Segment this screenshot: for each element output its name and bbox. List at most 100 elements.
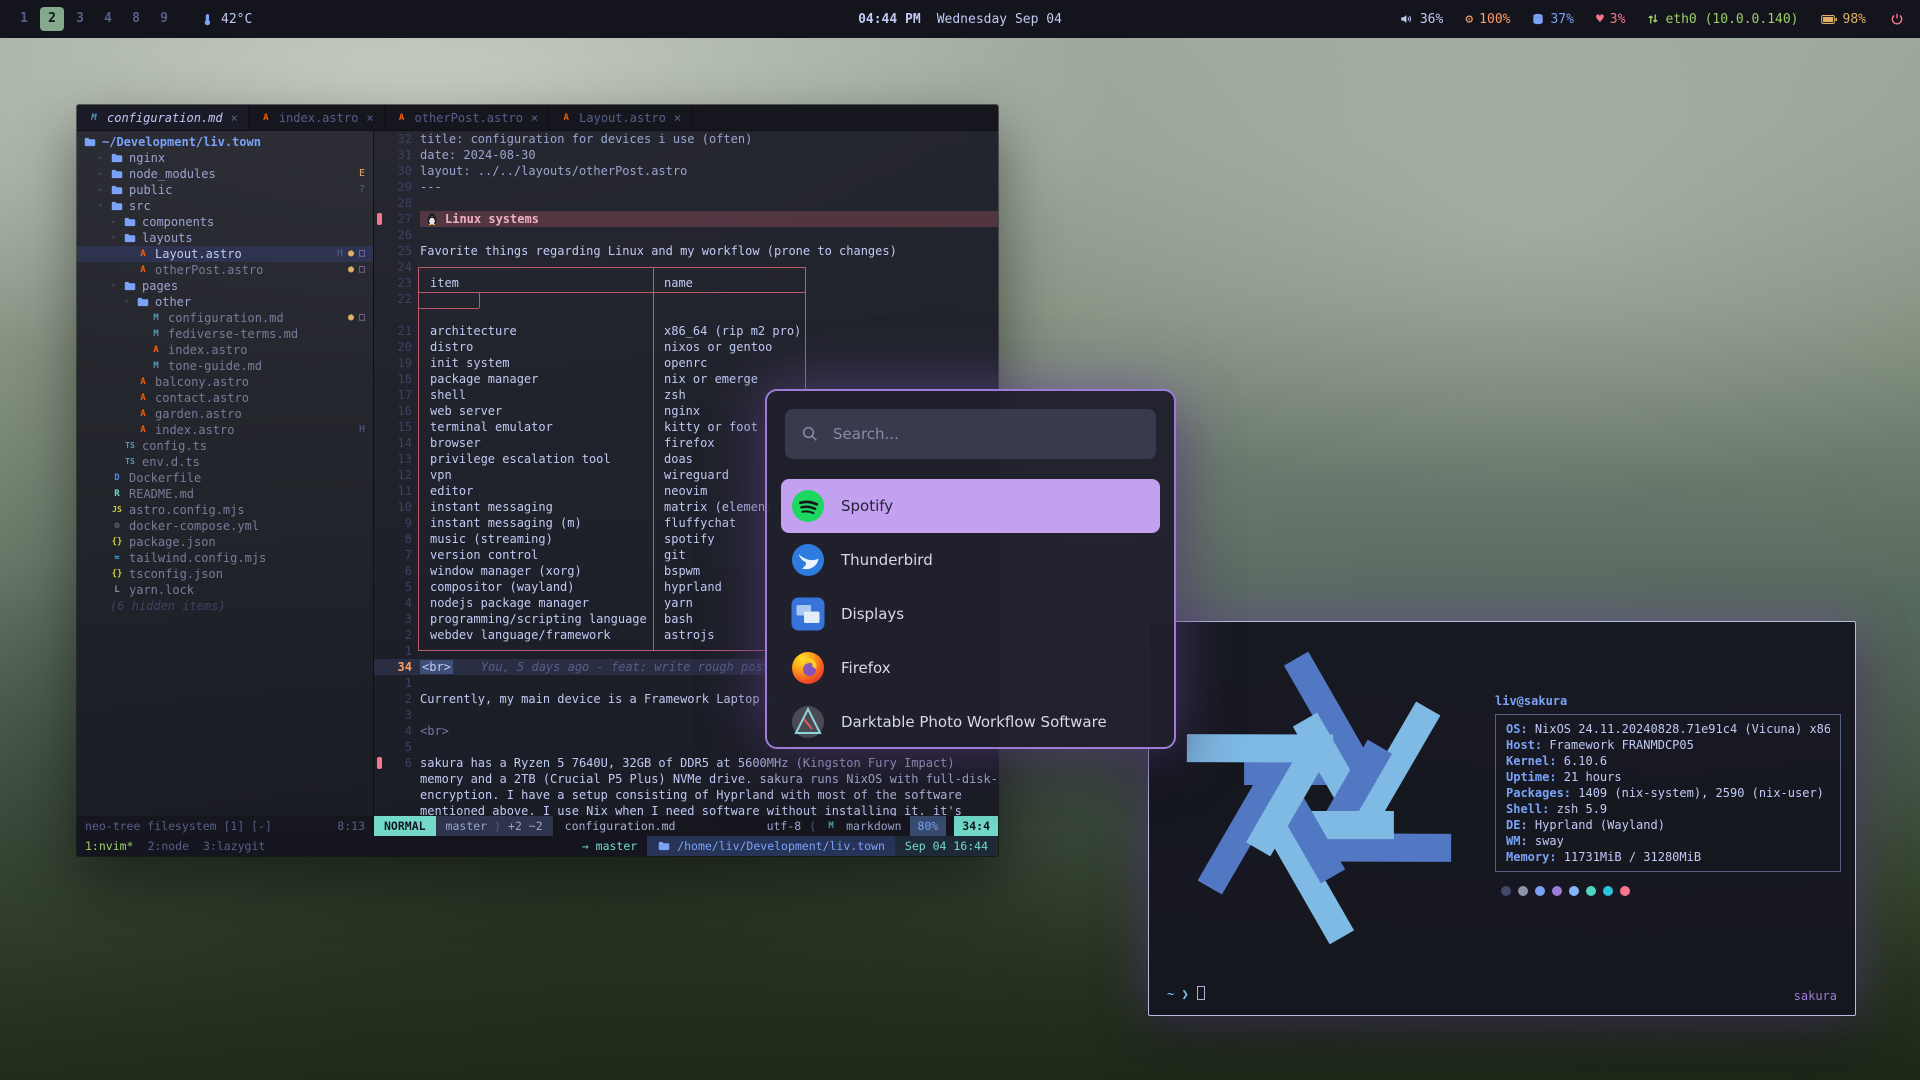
workspace-3[interactable]: 3 bbox=[68, 7, 92, 31]
tree-item-configuration-md[interactable]: Mconfiguration.md●□ bbox=[77, 310, 373, 326]
sign-column bbox=[374, 707, 384, 723]
spotify-icon bbox=[791, 489, 825, 523]
tree-item-contact-astro[interactable]: Acontact.astro bbox=[77, 390, 373, 406]
launcher-item-firefox[interactable]: Firefox bbox=[767, 641, 1174, 695]
tab-index-astro[interactable]: Aindex.astro× bbox=[249, 105, 385, 130]
line-number: 25 bbox=[384, 243, 412, 259]
tab-configuration-md[interactable]: Mconfiguration.md× bbox=[77, 105, 249, 130]
tree-item-dockerfile[interactable]: DDockerfile bbox=[77, 470, 373, 486]
sign-column bbox=[374, 643, 384, 659]
close-icon[interactable]: × bbox=[366, 111, 373, 125]
stat-battery[interactable]: 98% bbox=[1821, 12, 1866, 27]
stat-gear[interactable]: ⚙100% bbox=[1465, 12, 1510, 27]
shell-prompt[interactable]: ~ ❯ bbox=[1167, 986, 1205, 1001]
tmux-path: /home/liv/Development/liv.town bbox=[647, 836, 895, 856]
table-cell-item: compositor (wayland) bbox=[420, 579, 654, 595]
tmux-window-1-nvim[interactable]: 1:nvim* bbox=[85, 839, 133, 853]
chevron-icon: ▸ bbox=[109, 214, 118, 230]
tree-item-fediverse-terms-md[interactable]: Mfediverse-terms.md bbox=[77, 326, 373, 342]
tree-item-astro-config-mjs[interactable]: JSastro.config.mjs bbox=[77, 502, 373, 518]
tree-item-other[interactable]: ▾other bbox=[77, 294, 373, 310]
search-box[interactable] bbox=[785, 409, 1156, 459]
tab-otherpost-astro[interactable]: AotherPost.astro× bbox=[385, 105, 550, 130]
tree-item-index-astro[interactable]: Aindex.astro bbox=[77, 342, 373, 358]
tree-item-label: tsconfig.json bbox=[129, 566, 223, 582]
workspace-9[interactable]: 9 bbox=[152, 7, 176, 31]
js-file-icon: JS bbox=[110, 502, 124, 518]
tree-item-garden-astro[interactable]: Agarden.astro bbox=[77, 406, 373, 422]
sign-icon bbox=[377, 757, 382, 769]
tree-item-node-modules[interactable]: ▸node_modulesE bbox=[77, 166, 373, 182]
workspace-2[interactable]: 2 bbox=[40, 7, 64, 31]
launcher-item-darktable-photo-workflow-software[interactable]: Darktable Photo Workflow Software bbox=[767, 695, 1174, 749]
tree-item-layout-astro[interactable]: ALayout.astroH●□ bbox=[77, 246, 373, 262]
workspace-8[interactable]: 8 bbox=[124, 7, 148, 31]
git-branch-indicator: master ⟩ +2 ~2 bbox=[436, 816, 553, 836]
line-text: itemname bbox=[420, 275, 998, 291]
tree-item-label: pages bbox=[142, 278, 178, 294]
tree-item-config-ts[interactable]: TSconfig.ts bbox=[77, 438, 373, 454]
tree-item-index-astro[interactable]: Aindex.astroH bbox=[77, 422, 373, 438]
astro-file-icon: A bbox=[136, 246, 150, 262]
tmux-window-3-lazygit[interactable]: 3:lazygit bbox=[203, 839, 265, 853]
readme-file-icon: R bbox=[110, 486, 124, 502]
tree-item-components[interactable]: ▸ components bbox=[77, 214, 373, 230]
scroll-progress: 80% bbox=[910, 816, 947, 836]
tree-item-6-hidden-items[interactable]: (6 hidden items) bbox=[77, 598, 373, 614]
line-number: 24 bbox=[384, 259, 412, 275]
tree-root[interactable]: ~/Development/liv.town bbox=[77, 134, 373, 150]
close-icon[interactable]: × bbox=[674, 111, 681, 125]
palette-dot bbox=[1620, 886, 1630, 896]
tree-item-balcony-astro[interactable]: Abalcony.astro bbox=[77, 374, 373, 390]
tree-item-layouts[interactable]: ▾layouts bbox=[77, 230, 373, 246]
tree-item-yarn-lock[interactable]: Lyarn.lock bbox=[77, 582, 373, 598]
line-text bbox=[420, 195, 998, 211]
table-cell-name: fluffychat bbox=[654, 515, 736, 531]
tree-item-pages[interactable]: ▾pages bbox=[77, 278, 373, 294]
line-text: Linux systems bbox=[420, 211, 998, 227]
workspace-4[interactable]: 4 bbox=[96, 7, 120, 31]
tree-item-env-d-ts[interactable]: TSenv.d.ts bbox=[77, 454, 373, 470]
stat-disk[interactable]: 37% bbox=[1532, 12, 1573, 27]
tree-item-docker-compose-yml[interactable]: ⚙docker-compose.yml bbox=[77, 518, 373, 534]
hostname-label: sakura bbox=[1794, 989, 1837, 1003]
tree-item-label: yarn.lock bbox=[129, 582, 194, 598]
workspace-1[interactable]: 1 bbox=[12, 7, 36, 31]
stat-heart[interactable]: ♥3% bbox=[1596, 12, 1625, 27]
folder-open-icon bbox=[110, 201, 124, 211]
launcher-item-thunderbird[interactable]: Thunderbird bbox=[767, 533, 1174, 587]
tree-item-src[interactable]: ▾src bbox=[77, 198, 373, 214]
table-cell-item: editor bbox=[420, 483, 654, 499]
tree-item-nginx[interactable]: ▸nginx bbox=[77, 150, 373, 166]
tree-item-tailwind-config-mjs[interactable]: ≈tailwind.config.mjs bbox=[77, 550, 373, 566]
tmux-window-2-node[interactable]: 2:node bbox=[147, 839, 189, 853]
tree-item-tone-guide-md[interactable]: Mtone-guide.md bbox=[77, 358, 373, 374]
launcher-item-displays[interactable]: Displays bbox=[767, 587, 1174, 641]
search-input[interactable] bbox=[831, 424, 1140, 444]
tree-item-label: (6 hidden items) bbox=[110, 598, 226, 614]
close-icon[interactable]: × bbox=[231, 111, 238, 125]
editor-line bbox=[374, 307, 998, 323]
status-badge: □ bbox=[359, 246, 365, 262]
launcher-item-spotify[interactable]: Spotify bbox=[781, 479, 1160, 533]
stat-value: 100% bbox=[1479, 12, 1510, 27]
fetch-info-label: Memory: bbox=[1506, 850, 1557, 864]
tmux-right: → master /home/liv/Development/liv.town … bbox=[572, 836, 998, 856]
tab-layout-astro[interactable]: ALayout.astro× bbox=[549, 105, 692, 130]
git-status-badges: ●□ bbox=[348, 262, 365, 278]
stat-network[interactable]: eth0 (10.0.0.140) bbox=[1647, 12, 1798, 27]
tree-item-public[interactable]: ▸public? bbox=[77, 182, 373, 198]
table-cell-name: git bbox=[654, 547, 686, 563]
power-button[interactable] bbox=[1890, 12, 1904, 26]
line-number bbox=[384, 307, 412, 323]
tree-item-otherpost-astro[interactable]: AotherPost.astro●□ bbox=[77, 262, 373, 278]
table-cell-name: neovim bbox=[654, 483, 707, 499]
fetch-info-row: Kernel: 6.10.6 bbox=[1506, 753, 1830, 769]
close-icon[interactable]: × bbox=[531, 111, 538, 125]
tree-item-label: components bbox=[142, 214, 214, 230]
tree-item-readme-md[interactable]: RREADME.md bbox=[77, 486, 373, 502]
folder-icon bbox=[110, 169, 124, 179]
stat-volume[interactable]: 36% bbox=[1400, 12, 1443, 27]
tree-item-tsconfig-json[interactable]: {}tsconfig.json bbox=[77, 566, 373, 582]
tree-item-package-json[interactable]: {}package.json bbox=[77, 534, 373, 550]
